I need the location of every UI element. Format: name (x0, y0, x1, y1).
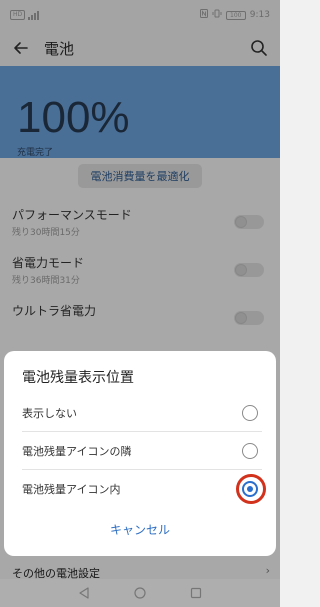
option-inside-icon[interactable]: 電池残量アイコン内 (22, 470, 266, 508)
highlight-circle (236, 474, 266, 504)
option-label: 表示しない (22, 407, 77, 420)
battery-display-dialog: 電池残量表示位置 表示しない 電池残量アイコンの隣 電池残量アイコン内 キャンセ… (4, 351, 276, 556)
option-beside-icon[interactable]: 電池残量アイコンの隣 (22, 432, 262, 470)
radio-button[interactable] (242, 405, 258, 421)
option-label: 電池残量アイコン内 (22, 483, 121, 496)
cancel-button[interactable]: キャンセル (4, 521, 276, 538)
option-hide[interactable]: 表示しない (22, 394, 262, 432)
radio-button[interactable] (242, 443, 258, 459)
dialog-title: 電池残量表示位置 (22, 370, 134, 386)
option-label: 電池残量アイコンの隣 (22, 445, 132, 458)
